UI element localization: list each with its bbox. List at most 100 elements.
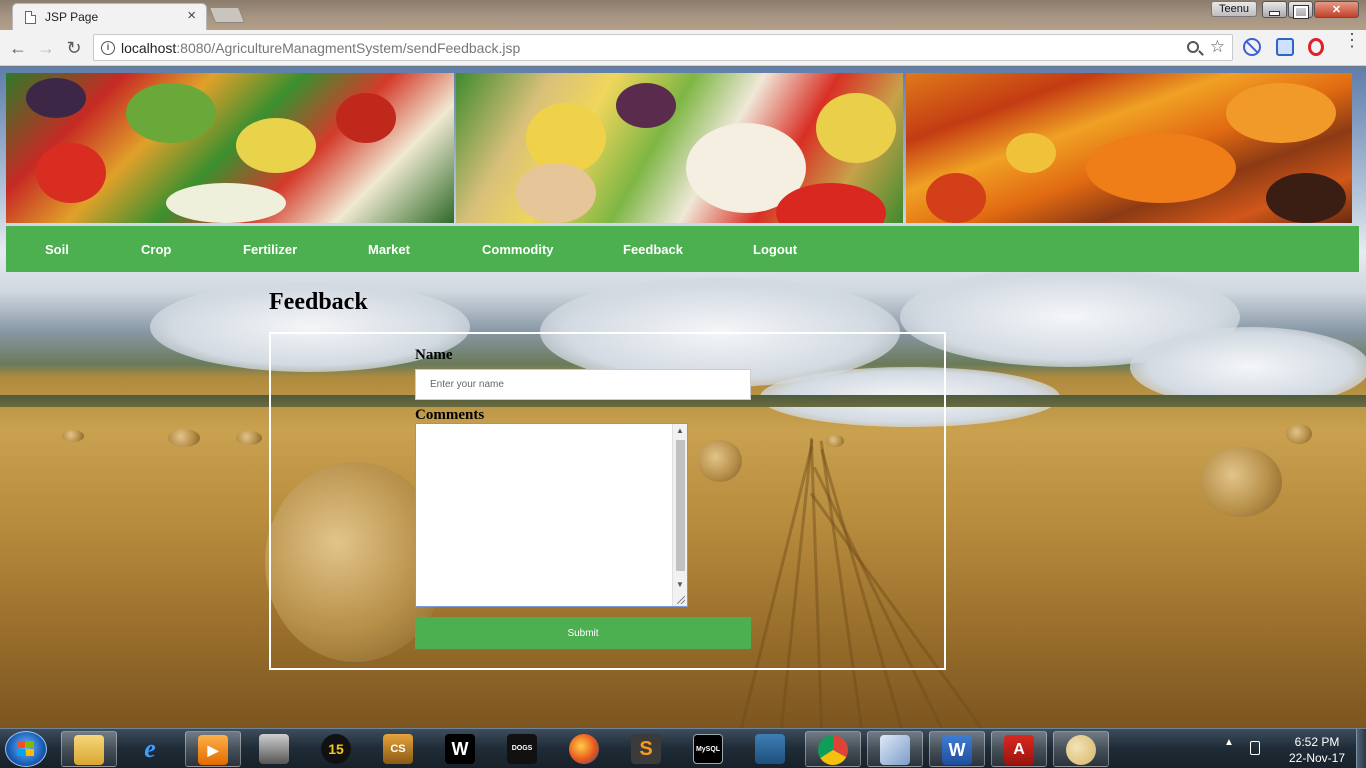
submit-button[interactable]: Submit (415, 617, 751, 649)
scrollbar-thumb[interactable] (676, 440, 685, 571)
hay-bale (1200, 447, 1282, 517)
adblock-extension-icon[interactable] (1243, 38, 1261, 56)
tab-close-icon[interactable]: × (187, 7, 196, 24)
clock-date: 22-Nov-17 (1288, 751, 1346, 765)
url-path: :8080/AgricultureManagmentSystem/sendFee… (176, 40, 521, 56)
word-icon: W (942, 735, 972, 765)
browser-tab[interactable]: JSP Page × (12, 3, 207, 30)
reload-icon[interactable]: ↻ (64, 38, 84, 58)
show-hidden-icons-icon[interactable]: ▲ (1224, 737, 1234, 748)
site-info-icon[interactable]: i (101, 41, 115, 55)
cs-icon: CS (383, 734, 413, 764)
url-host: localhost (121, 40, 177, 56)
feedback-form: Name Comments ▲ ▼ Submit (269, 332, 946, 670)
name-input[interactable] (415, 369, 751, 400)
nav-item-soil[interactable]: Soil (45, 242, 69, 257)
taskbar-app-media-player[interactable]: ▶ (185, 731, 241, 767)
taskbar-app-pes-15[interactable]: 15 (309, 731, 365, 767)
browser-menu-icon[interactable]: ⋮ (1343, 31, 1361, 49)
window-close-button[interactable]: ✕ (1314, 1, 1359, 18)
banner-produce-image (456, 73, 903, 223)
comments-scrollbar[interactable]: ▲ ▼ (672, 424, 687, 606)
cube-extension-icon[interactable] (1276, 38, 1294, 56)
taskbar-app-paint[interactable] (1053, 731, 1109, 767)
profile-badge[interactable]: Teenu (1211, 1, 1257, 17)
minimize-icon (1263, 2, 1286, 16)
resize-grip-icon[interactable] (673, 592, 687, 606)
taskbar-app-sublime[interactable]: S (619, 731, 675, 767)
new-tab-button[interactable] (208, 7, 246, 23)
comments-textarea-wrapper: ▲ ▼ (415, 423, 688, 607)
start-button[interactable] (5, 731, 47, 767)
tab-title: JSP Page (45, 10, 99, 24)
media-icon: ▶ (198, 735, 228, 765)
game-15-icon: 15 (321, 734, 351, 764)
taskbar-app-word[interactable]: W (929, 731, 985, 767)
taskbar-app-explorer[interactable] (61, 731, 117, 767)
chrome-icon (818, 735, 848, 765)
opera-extension-icon[interactable] (1308, 38, 1324, 56)
game-icon (259, 734, 289, 764)
bookmark-star-icon[interactable]: ☆ (1210, 37, 1225, 57)
mysql-console-icon: MySQL (693, 734, 723, 764)
hay-bale (62, 430, 84, 442)
scroll-down-icon[interactable]: ▼ (673, 578, 687, 592)
browser-toolbar: ← → ↻ i localhost:8080/AgricultureManagm… (0, 30, 1366, 66)
hay-bale (168, 429, 200, 447)
main-nav-bar: Soil Crop Fertilizer Market Commodity Fe… (6, 226, 1359, 272)
nav-item-feedback[interactable]: Feedback (623, 242, 683, 257)
taskbar-app-wwe[interactable]: W (433, 731, 489, 767)
maximize-button[interactable] (1288, 1, 1313, 18)
banner-vegetables-image (6, 73, 454, 223)
page-favicon-icon (25, 11, 36, 24)
sleeping-dogs-icon: DOGS (507, 734, 537, 764)
clock-time: 6:52 PM (1294, 735, 1340, 749)
taskbar-app-mysql-workbench[interactable] (743, 731, 799, 767)
cube-icon (880, 735, 910, 765)
pdf-icon: A (1004, 735, 1034, 765)
taskbar-app-chrome[interactable] (805, 731, 861, 767)
nav-item-fertilizer[interactable]: Fertilizer (243, 242, 297, 257)
taskbar-app-virtualbox[interactable] (867, 731, 923, 767)
taskbar-app-sleeping-dogs[interactable]: DOGS (495, 731, 551, 767)
taskbar-app-acrobat[interactable]: A (991, 731, 1047, 767)
zoom-icon[interactable] (1187, 41, 1199, 53)
taskbar-app-counter-strike[interactable]: CS (371, 731, 427, 767)
comments-label: Comments (415, 407, 485, 423)
taskbar-app-mysql-console[interactable]: MySQL (681, 731, 737, 767)
nav-item-logout[interactable]: Logout (753, 242, 797, 257)
browser-titlebar: JSP Page × Teenu ✕ (0, 0, 1366, 30)
windows-logo-icon (17, 741, 35, 757)
address-bar[interactable]: i localhost:8080/AgricultureManagmentSys… (93, 34, 1233, 61)
system-clock[interactable]: 6:52 PM 22-Nov-17 (1282, 734, 1352, 766)
taskbar-app-internet-explorer[interactable]: e (123, 731, 179, 767)
palette-icon (1066, 735, 1096, 765)
forward-arrow-icon[interactable]: → (36, 38, 56, 58)
hay-bale (236, 431, 262, 445)
comments-textarea[interactable] (416, 424, 673, 606)
scroll-up-icon[interactable]: ▲ (673, 424, 687, 438)
back-arrow-icon[interactable]: ← (8, 38, 28, 58)
name-label: Name (415, 347, 453, 363)
windows-taskbar: e ▶ 15 CS W DOGS S MySQL W A ▲ 6:52 PM 2… (0, 728, 1366, 768)
url-text[interactable]: localhost:8080/AgricultureManagmentSyste… (121, 40, 520, 56)
nav-item-commodity[interactable]: Commodity (482, 242, 554, 257)
nav-item-market[interactable]: Market (368, 242, 410, 257)
show-desktop-button[interactable] (1356, 729, 1366, 768)
maximize-icon (1289, 2, 1312, 18)
dolphin-icon (755, 734, 785, 764)
close-icon: ✕ (1331, 4, 1342, 16)
wwe-icon: W (445, 734, 475, 764)
page-viewport: Soil Crop Fertilizer Market Commodity Fe… (0, 67, 1366, 728)
nav-item-crop[interactable]: Crop (141, 242, 171, 257)
page-title: Feedback (269, 289, 368, 315)
banner-autumn-harvest-image (906, 73, 1352, 223)
device-tray-icon[interactable] (1250, 741, 1260, 755)
taskbar-app-firefox[interactable] (557, 731, 613, 767)
firefox-icon (569, 734, 599, 764)
hay-bale (1286, 424, 1312, 444)
taskbar-app-game[interactable] (247, 731, 303, 767)
minimize-button[interactable] (1262, 1, 1287, 18)
sublime-icon: S (631, 734, 661, 764)
ie-icon: e (144, 734, 156, 763)
